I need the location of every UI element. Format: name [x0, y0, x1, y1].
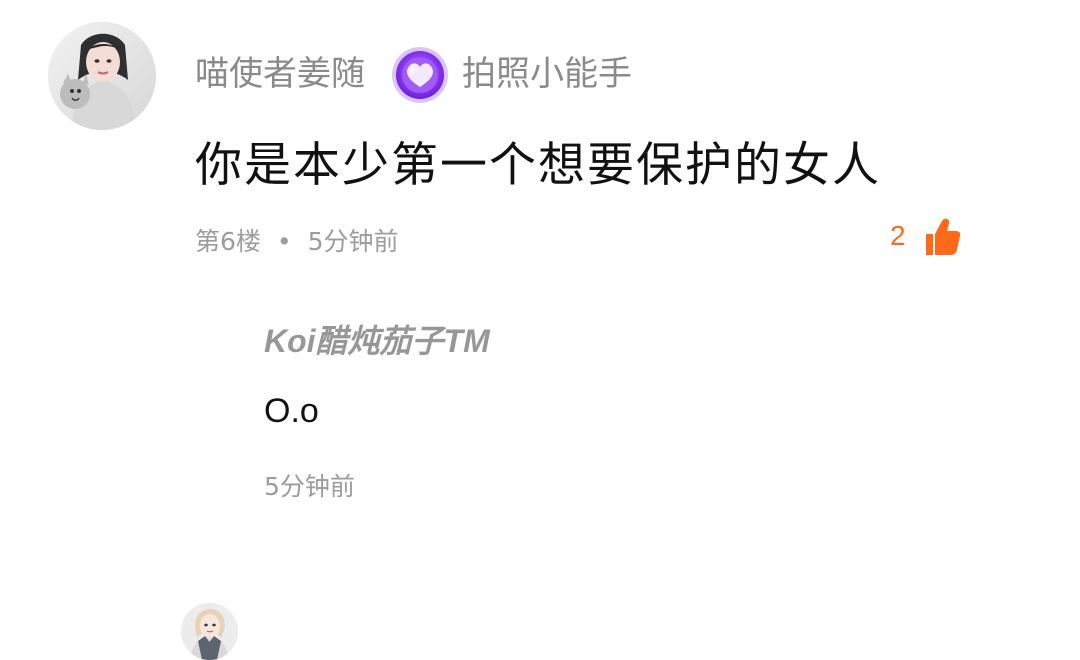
- user-avatar[interactable]: [48, 22, 156, 130]
- thumbs-up-icon: [926, 218, 961, 255]
- reply-username[interactable]: Koi醋炖茄子TM: [264, 322, 490, 360]
- anime-avatar-icon: [181, 603, 238, 660]
- comment-content: 你是本少第一个想要保护的女人: [195, 138, 881, 193]
- badge-svg-icon: [392, 47, 448, 103]
- comment-meta: 第6楼 • 5分钟前: [195, 227, 398, 257]
- reply-avatar[interactable]: [181, 603, 238, 660]
- reply-time: 5分钟前: [264, 472, 355, 501]
- reply-card: Koi醋炖茄子TM O.o 5分钟前: [0, 290, 1080, 660]
- portrait-avatar-icon: [48, 22, 156, 130]
- comment-time: 5分钟前: [307, 227, 399, 256]
- like-count: 2: [890, 220, 906, 251]
- comment-card: 喵使者姜随 拍照小能手 你是本少第一个想要保护的女人 第6楼 • 5分钟前 2: [0, 0, 1080, 290]
- reply-content: O.o: [264, 392, 319, 430]
- meta-separator: •: [276, 227, 292, 256]
- badge-label: 拍照小能手: [462, 54, 632, 94]
- floor-label: 第6楼: [195, 227, 261, 256]
- like-button[interactable]: 2: [890, 212, 970, 262]
- comment-username[interactable]: 喵使者姜随: [195, 54, 365, 94]
- badge-heart-icon[interactable]: [390, 45, 450, 105]
